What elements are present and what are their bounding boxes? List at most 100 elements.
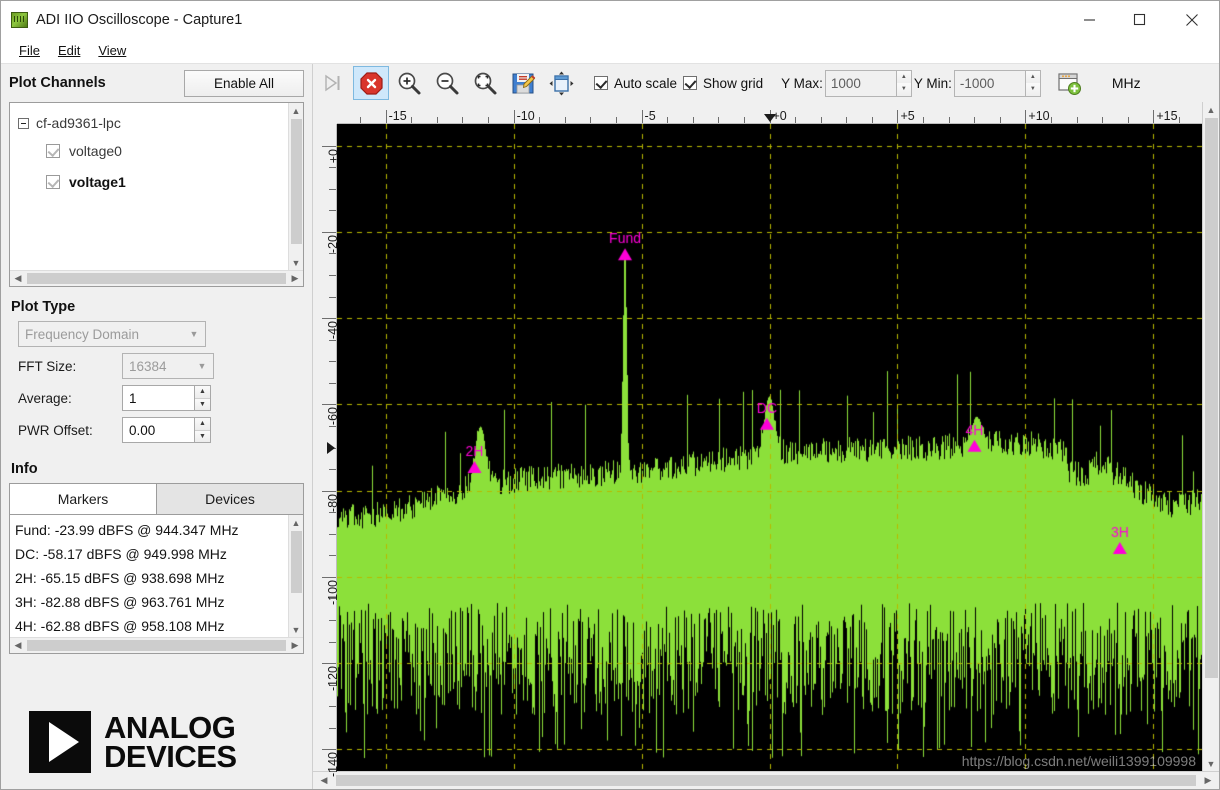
- zoom-in-button[interactable]: [391, 66, 427, 100]
- y-max-input[interactable]: 1000: [824, 69, 897, 97]
- scroll-up-icon[interactable]: ▲: [289, 103, 304, 118]
- voltage1-checkbox[interactable]: [46, 174, 60, 189]
- average-label: Average:: [18, 390, 72, 406]
- scroll-down-icon[interactable]: ▼: [289, 622, 304, 637]
- zoom-out-button[interactable]: [429, 66, 465, 100]
- y-axis-minor-tick: [329, 296, 336, 298]
- new-plot-button[interactable]: [1052, 66, 1088, 100]
- list-item: DC: -58.17 dBFS @ 949.998 MHz: [15, 546, 227, 562]
- spin-up-icon[interactable]: ▲: [195, 386, 210, 398]
- scroll-thumb[interactable]: [290, 531, 302, 593]
- enable-all-button[interactable]: Enable All: [184, 69, 304, 97]
- list-item: 3H: -82.88 dBFS @ 963.761 MHz: [15, 594, 225, 610]
- x-axis-minor-tick: [1102, 117, 1104, 123]
- markers-vertical-scrollbar[interactable]: ▲ ▼: [288, 515, 303, 637]
- plot-toolbar: Auto scale Show grid Y Max: 1000 ▲ ▼ Y M…: [313, 64, 1219, 102]
- scroll-right-icon[interactable]: ▶: [1197, 773, 1219, 788]
- y-axis-cursor-marker[interactable]: [327, 441, 335, 454]
- plot-channels-title: Plot Channels: [9, 75, 106, 91]
- markers-panel: Fund: -23.99 dBFS @ 944.347 MHz DC: -58.…: [9, 514, 304, 654]
- x-axis-minor-tick: [718, 117, 720, 123]
- scroll-up-icon[interactable]: ▲: [289, 515, 304, 530]
- average-input[interactable]: 1: [122, 385, 194, 411]
- average-stepper[interactable]: 1 ▲ ▼: [122, 385, 211, 411]
- pwr-offset-stepper[interactable]: 0.00 ▲ ▼: [122, 417, 211, 443]
- show-grid-toggle[interactable]: Show grid: [683, 76, 763, 91]
- window-title: ADI IIO Oscilloscope - Capture1: [36, 11, 243, 28]
- tab-devices[interactable]: Devices: [157, 483, 304, 514]
- auto-scale-toggle[interactable]: Auto scale: [594, 76, 677, 91]
- tree-list: cf-ad9361-lpc voltage0 voltage1: [10, 103, 288, 270]
- stop-icon: [359, 71, 383, 95]
- y-min-input[interactable]: -1000: [953, 69, 1026, 97]
- maximize-button[interactable]: [1114, 1, 1164, 38]
- tab-markers[interactable]: Markers: [9, 483, 157, 514]
- spin-up-icon[interactable]: ▲: [896, 70, 911, 83]
- scroll-right-icon[interactable]: ▶: [287, 271, 303, 286]
- scroll-right-icon[interactable]: ▶: [287, 638, 303, 653]
- hscroll-thumb[interactable]: [27, 273, 286, 284]
- tree-vertical-scrollbar[interactable]: ▲ ▼: [288, 103, 303, 270]
- plot-horizontal-scrollbar[interactable]: ◀ ▶: [313, 771, 1219, 789]
- plot-type-title: Plot Type: [11, 299, 76, 315]
- x-axis-cursor-marker[interactable]: [763, 114, 776, 122]
- y-axis-minor-tick: [329, 555, 336, 557]
- auto-scale-checkbox[interactable]: [594, 76, 608, 90]
- plot-canvas-container[interactable]: https://blog.csdn.net/weili1399109998: [337, 124, 1202, 771]
- spin-up-icon[interactable]: ▲: [195, 418, 210, 430]
- x-axis-tick-label: -5: [644, 109, 656, 123]
- spin-up-icon[interactable]: ▲: [1025, 70, 1040, 83]
- step-forward-button[interactable]: [315, 66, 351, 100]
- tree-item-voltage0[interactable]: voltage0: [18, 135, 288, 166]
- zoom-fit-button[interactable]: [467, 66, 503, 100]
- minimize-button[interactable]: [1064, 1, 1114, 38]
- plot-vertical-scrollbar[interactable]: ▲ ▼: [1202, 102, 1219, 771]
- menu-edit[interactable]: Edit: [50, 41, 88, 60]
- scroll-down-icon[interactable]: ▼: [1203, 756, 1220, 771]
- close-button[interactable]: [1164, 1, 1219, 38]
- y-max-stepper[interactable]: ▲ ▼: [896, 69, 912, 97]
- spectrum-canvas[interactable]: [337, 124, 1202, 771]
- pwr-offset-input[interactable]: 0.00: [122, 417, 194, 443]
- fft-size-value: 16384: [129, 358, 167, 374]
- hscroll-thumb[interactable]: [336, 775, 1196, 786]
- y-min-stepper[interactable]: ▲ ▼: [1025, 69, 1041, 97]
- markers-horizontal-scrollbar[interactable]: ◀ ▶: [10, 637, 303, 653]
- pwr-offset-spin-buttons[interactable]: ▲ ▼: [194, 417, 211, 443]
- scroll-thumb[interactable]: [1204, 118, 1218, 678]
- menu-file[interactable]: File: [11, 41, 48, 60]
- y-axis-minor-tick: [329, 361, 336, 363]
- y-axis-major-tick: [322, 490, 336, 492]
- info-tabs: Markers Devices: [9, 483, 304, 514]
- hscroll-thumb[interactable]: [27, 640, 286, 651]
- scroll-thumb[interactable]: [290, 119, 302, 244]
- spin-down-icon[interactable]: ▼: [195, 429, 210, 442]
- scroll-left-icon[interactable]: ◀: [10, 271, 26, 286]
- average-spin-buttons[interactable]: ▲ ▼: [194, 385, 211, 411]
- fft-size-row: FFT Size: 16384 ▼: [1, 353, 312, 379]
- fft-size-select[interactable]: 16384 ▼: [122, 353, 214, 379]
- x-axis[interactable]: -15 -10 -5 +0 +5 +10 +15: [337, 102, 1202, 124]
- tree-horizontal-scrollbar[interactable]: ◀ ▶: [10, 270, 303, 286]
- plot-domain-select[interactable]: Frequency Domain ▼: [18, 321, 206, 347]
- spin-down-icon[interactable]: ▼: [896, 83, 911, 96]
- tree-root-cf-ad9361-lpc[interactable]: cf-ad9361-lpc: [18, 111, 288, 135]
- show-grid-checkbox[interactable]: [683, 76, 698, 90]
- plot-channels-tree[interactable]: cf-ad9361-lpc voltage0 voltage1 ▲ ▼ ◀ ▶: [9, 102, 304, 287]
- x-axis-minor-tick: [743, 117, 745, 123]
- spin-down-icon[interactable]: ▼: [1025, 83, 1040, 96]
- save-plot-button[interactable]: [505, 66, 541, 100]
- menu-view[interactable]: View: [90, 41, 134, 60]
- scroll-up-icon[interactable]: ▲: [1203, 102, 1220, 117]
- zoom-out-icon: [436, 72, 459, 95]
- pan-button[interactable]: [543, 66, 579, 100]
- voltage0-checkbox[interactable]: [46, 143, 60, 158]
- spin-down-icon[interactable]: ▼: [195, 397, 210, 410]
- tree-item-voltage1[interactable]: voltage1: [18, 166, 288, 197]
- plot-domain-value: Frequency Domain: [25, 326, 140, 342]
- y-axis[interactable]: +0 -20 -40 -60 -80 -100 -120 -140: [313, 124, 340, 777]
- stop-button[interactable]: [353, 66, 389, 100]
- scroll-down-icon[interactable]: ▼: [289, 255, 304, 270]
- collapse-icon[interactable]: [18, 117, 29, 129]
- scroll-left-icon[interactable]: ◀: [10, 638, 26, 653]
